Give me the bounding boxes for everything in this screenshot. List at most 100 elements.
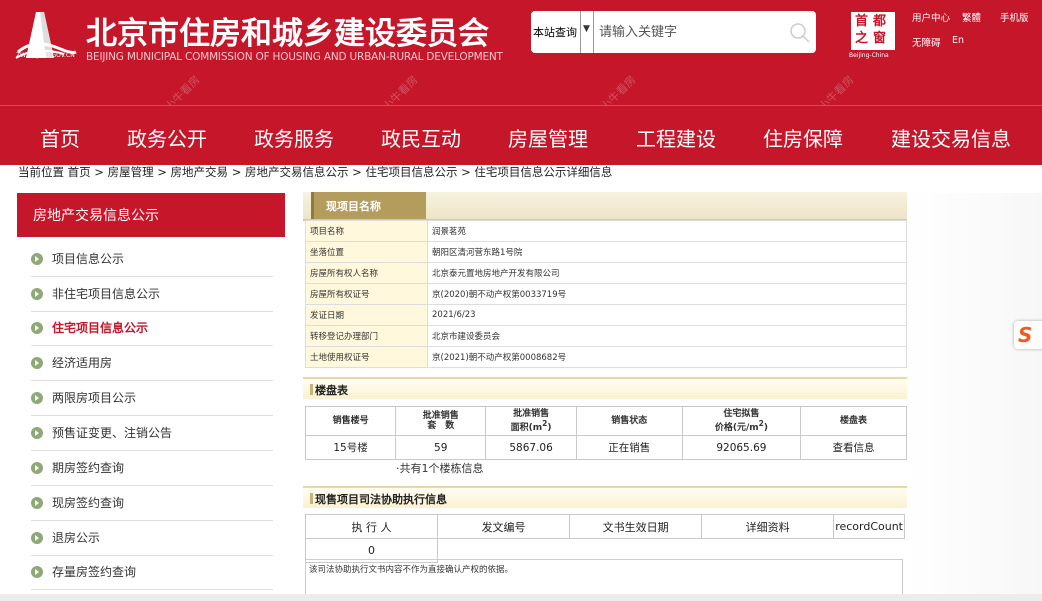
- sidebar-item-label: 期房签约查询: [52, 461, 125, 475]
- table-header-row: 销售楼号 批准销售套 数 批准销售 面积(m2) 销售状态 住宅拟售 价格(元/m2…: [304, 406, 907, 436]
- building-number: 15号楼: [304, 435, 397, 460]
- site-title-english: BEIJING MUNICIPAL COMMISSION OF HOUSING …: [86, 51, 503, 63]
- user-center-link[interactable]: 用户中心: [912, 10, 950, 24]
- sidebar-item-label: 项目信息公示: [52, 252, 125, 266]
- field-value: 北京市建设委员会: [427, 325, 907, 347]
- approved-area: 5867.06: [485, 435, 577, 460]
- sidebar-item-label: 非住宅项目信息公示: [52, 287, 161, 301]
- tab-project-name[interactable]: 现项目名称: [311, 192, 426, 219]
- nav-construction-trading[interactable]: 建设交易信息: [891, 123, 1011, 152]
- field-value: 京(2020)朝不动产权第0033719号: [427, 283, 907, 305]
- column-header: 发文编号: [437, 514, 571, 539]
- sidebar-title-text: 房地产交易信息公示: [33, 208, 159, 224]
- arrow-bullet-icon: [31, 566, 43, 578]
- arrow-bullet-icon: [31, 497, 43, 509]
- english-link[interactable]: En: [952, 35, 964, 46]
- breadcrumb[interactable]: 当前位置 首页 > 房屋管理 > 房地产交易 > 房地产交易信息公示 > 住宅项…: [18, 164, 612, 180]
- project-tab-bar: 现项目名称: [303, 192, 907, 221]
- field-value: 2021/6/23: [427, 304, 907, 326]
- input-method-glyph: S: [1018, 323, 1033, 347]
- mobile-version-link[interactable]: 手机版: [1000, 10, 1029, 24]
- field-label: 坐落位置: [305, 241, 428, 263]
- table-row: 土地使用权证号 京(2021)朝不动产权第0008682号: [305, 346, 907, 368]
- field-label: 房屋所有权人名称: [305, 262, 428, 284]
- field-label: 房屋所有权证号: [305, 283, 428, 305]
- nav-government-services[interactable]: 政务服务: [254, 123, 334, 152]
- site-title[interactable]: 北京市住房和城乡建设委员会: [86, 8, 489, 53]
- field-value: 朝阳区清河营东路1号院: [427, 241, 907, 263]
- sidebar-item-presale-changes[interactable]: 预售证变更、注销公告: [31, 416, 273, 451]
- capital-logo-text: 首都之窗: [854, 14, 891, 46]
- table-row: 15号楼 59 5867.06 正在销售 92065.69 查看信息: [304, 435, 907, 460]
- sidebar-title: 房地产交易信息公示: [17, 193, 285, 237]
- nav-interaction[interactable]: 政民互动: [381, 123, 461, 152]
- arrow-bullet-icon: [31, 322, 43, 334]
- column-header: 销售状态: [575, 406, 683, 436]
- sidebar-item-existing-contracts[interactable]: 现房签约查询: [31, 486, 273, 521]
- judicial-section-header: 现售项目司法协助执行信息: [303, 486, 907, 508]
- sidebar-item-residential[interactable]: 住宅项目信息公示: [31, 311, 273, 346]
- sidebar-item-label: 退房公示: [52, 531, 101, 545]
- column-header: 住宅拟售 价格(元/m2): [681, 406, 802, 436]
- sidebar-item-label: 住宅项目信息公示: [52, 321, 149, 335]
- traditional-chinese-link[interactable]: 繁體: [962, 10, 981, 24]
- buildings-table: 销售楼号 批准销售套 数 批准销售 面积(m2) 销售状态 住宅拟售 价格(元/m2…: [304, 406, 907, 460]
- capital-window-logo[interactable]: 首都之窗 Beijing-China: [849, 12, 895, 62]
- judicial-note: 该司法协助执行文书内容不作为直接确认产权的依据。: [305, 559, 903, 599]
- search-scope-select[interactable]: 本站查询: [533, 24, 577, 40]
- table-row: 项目名称 润景茗苑: [305, 220, 907, 242]
- sidebar-item-affordable-housing[interactable]: 经济适用房: [31, 346, 273, 381]
- column-header: recordCount: [833, 514, 905, 539]
- column-header: 销售楼号: [304, 406, 397, 436]
- tab-label: 现项目名称: [326, 200, 381, 213]
- arrow-bullet-icon: [31, 357, 43, 369]
- section-title: 楼盘表: [315, 384, 348, 397]
- arrow-bullet-icon: [31, 462, 43, 474]
- arrow-bullet-icon: [31, 427, 43, 439]
- nav-housing-security[interactable]: 住房保障: [763, 123, 843, 152]
- sidebar-item-label: 经济适用房: [52, 356, 113, 370]
- field-label: 土地使用权证号: [305, 346, 428, 368]
- search-scope-dropdown[interactable]: ▼: [580, 11, 594, 53]
- nav-government-affairs[interactable]: 政务公开: [127, 123, 207, 152]
- search-input[interactable]: [599, 23, 779, 41]
- sidebar-item-non-residential[interactable]: 非住宅项目信息公示: [31, 277, 273, 312]
- table-header-row: 执 行 人 发文编号 文书生效日期 详细资料 recordCount: [304, 514, 905, 539]
- table-row: 转移登记办理部门 北京市建设委员会: [305, 325, 907, 347]
- nav-housing-management[interactable]: 房屋管理: [508, 123, 588, 152]
- input-method-icon[interactable]: S: [1014, 321, 1042, 349]
- field-label: 项目名称: [305, 220, 428, 242]
- table-row: 坐落位置 朝阳区清河营东路1号院: [305, 241, 907, 263]
- sidebar-item-resale-contracts[interactable]: 存量房签约查询: [31, 555, 273, 590]
- buildings-section-header: 楼盘表: [303, 377, 907, 399]
- sales-status: 正在销售: [575, 435, 683, 460]
- field-value: 京(2021)朝不动产权第0008682号: [427, 346, 907, 368]
- horizontal-scrollbar[interactable]: [0, 594, 1042, 601]
- column-header: 批准销售套 数: [395, 406, 487, 436]
- section-marker-icon: [310, 384, 313, 395]
- arrow-bullet-icon: [31, 253, 43, 265]
- field-value: 润景茗苑: [427, 220, 907, 242]
- main-nav: 首页 政务公开 政务服务 政民互动 房屋管理 工程建设 住房保障 建设交易信息: [0, 105, 1042, 165]
- judicial-table: 执 行 人 发文编号 文书生效日期 详细资料 recordCount 0: [304, 514, 905, 563]
- sidebar-item-label: 存量房签约查询: [52, 565, 137, 579]
- column-header: 批准销售 面积(m2): [485, 406, 577, 436]
- building-count: ·共有1个楼栋信息: [396, 462, 484, 475]
- sidebar-item-label: 两限房项目公示: [52, 391, 137, 405]
- nav-construction[interactable]: 工程建设: [636, 123, 716, 152]
- table-row: 发证日期 2021/6/23: [305, 304, 907, 326]
- site-url: ZW.BEIJING.GOV.CN: [16, 52, 75, 59]
- search-icon[interactable]: [789, 22, 811, 44]
- sidebar-item-returns[interactable]: 退房公示: [31, 521, 273, 556]
- sidebar-item-price-limited[interactable]: 两限房项目公示: [31, 381, 273, 416]
- view-info-link[interactable]: 查看信息: [800, 435, 907, 460]
- search-box: 本站查询 ▼: [531, 11, 816, 53]
- section-title: 现售项目司法协助执行信息: [315, 493, 447, 506]
- field-label: 发证日期: [305, 304, 428, 326]
- accessibility-link[interactable]: 无障碍: [912, 35, 941, 49]
- section-marker-icon: [310, 493, 313, 504]
- sidebar-item-presale-contracts[interactable]: 期房签约查询: [31, 451, 273, 486]
- nav-home[interactable]: 首页: [40, 123, 80, 152]
- page-right-gutter: [906, 193, 1042, 601]
- sidebar-item-project-info[interactable]: 项目信息公示: [31, 242, 273, 277]
